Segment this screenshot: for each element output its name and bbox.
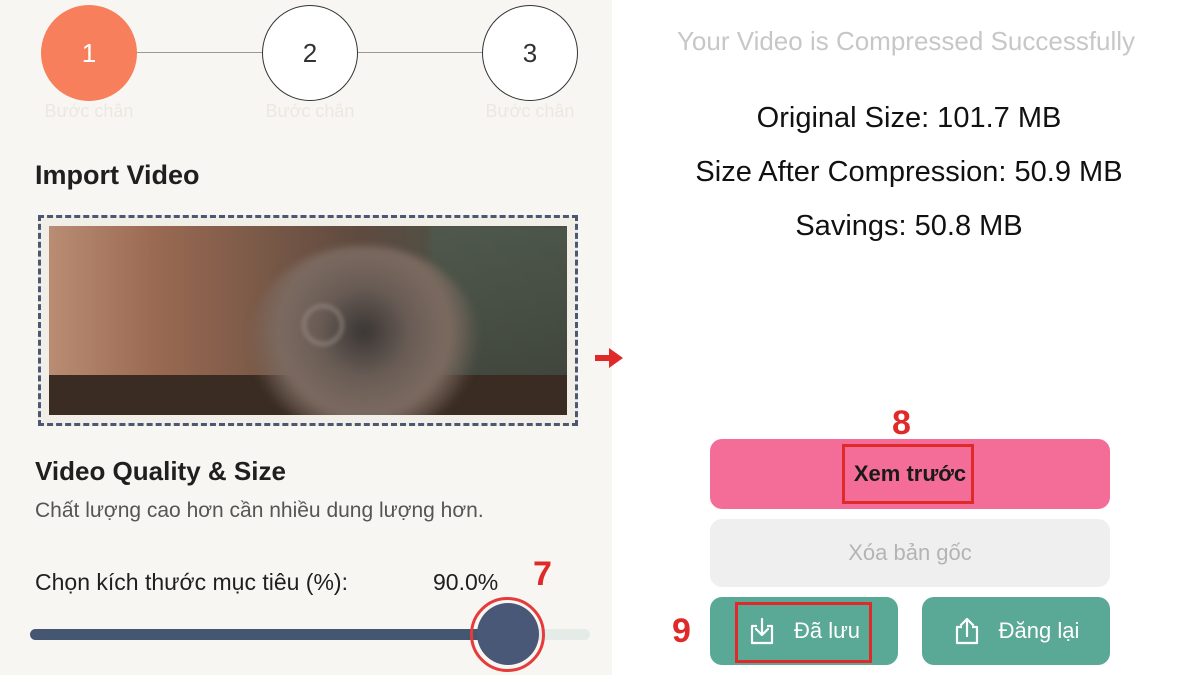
step-2-label: Bước chân (265, 101, 355, 121)
annotation-number-8: 8 (892, 404, 911, 442)
share-icon (955, 617, 978, 645)
repost-button-label: Đăng lại (998, 618, 1080, 643)
step-3-label: Bước chân (485, 101, 575, 121)
preview-annotation-box (842, 444, 974, 504)
success-title: Your Video is Compressed Successfully (676, 26, 1136, 56)
step-2-number: 2 (302, 37, 318, 68)
compress-settings-panel: 1 2 3 Bước chân Bước chân Bước chân Impo… (0, 0, 612, 675)
delete-original-label: Xóa bản gốc (848, 540, 972, 565)
import-video-title: Import Video (35, 160, 200, 190)
slider-annotation-circle (470, 597, 545, 672)
video-import-area[interactable] (38, 215, 578, 426)
delete-original-button[interactable]: Xóa bản gốc (710, 519, 1110, 587)
step-2[interactable]: 2 (262, 5, 358, 101)
savings: Savings: 50.8 MB (795, 210, 1023, 242)
video-thumbnail (49, 226, 567, 415)
quality-description: Chất lượng cao hơn cần nhiều dung lượng … (35, 499, 484, 522)
annotation-number-9: 9 (672, 612, 691, 650)
original-size: Original Size: 101.7 MB (756, 102, 1062, 134)
step-1[interactable]: 1 (41, 5, 137, 101)
step-3-number: 3 (522, 37, 538, 68)
quality-title: Video Quality & Size (35, 456, 286, 486)
step-connector (357, 52, 483, 53)
step-1-label: Bước chân (44, 101, 134, 121)
annotation-number-7: 7 (533, 555, 552, 593)
step-1-number: 1 (81, 37, 97, 68)
step-3[interactable]: 3 (482, 5, 578, 101)
step-connector (137, 52, 263, 53)
compressed-size: Size After Compression: 50.9 MB (695, 156, 1123, 188)
target-size-label: Chọn kích thước mục tiêu (%): (35, 569, 348, 595)
target-size-value: 90.0% (433, 569, 499, 595)
arrow-right-icon (595, 348, 623, 368)
slider-fill (30, 629, 534, 640)
repost-button[interactable]: Đăng lại (922, 597, 1110, 665)
saved-annotation-box (735, 602, 872, 663)
